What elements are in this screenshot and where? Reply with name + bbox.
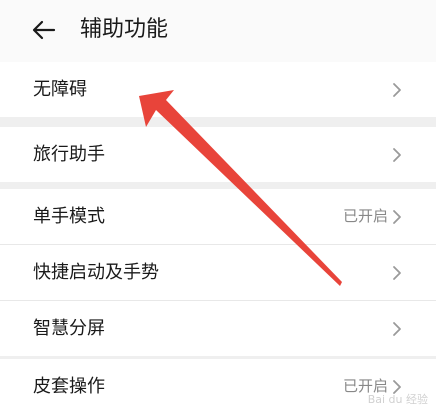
chevron-right-icon [393, 148, 401, 162]
app-header: 辅助功能 [0, 0, 436, 62]
settings-item-smart-split-screen[interactable]: 智慧分屏 [0, 301, 436, 356]
chevron-right-icon [393, 322, 401, 336]
settings-item-label: 智慧分屏 [33, 318, 105, 339]
settings-item-travel-assistant[interactable]: 旅行助手 [0, 127, 436, 182]
settings-item-label: 快捷启动及手势 [33, 262, 159, 283]
back-button[interactable] [28, 14, 60, 46]
settings-item-label: 旅行助手 [33, 144, 105, 165]
chevron-right-icon [393, 266, 401, 280]
chevron-right-icon [393, 83, 401, 97]
settings-item-status: 已开启 [342, 207, 388, 225]
settings-item-label: 皮套操作 [33, 376, 105, 397]
settings-group-accessibility: 无障碍 [0, 62, 436, 117]
settings-item-accessibility[interactable]: 无障碍 [0, 62, 436, 117]
watermark: Bai du 经验 [367, 393, 428, 406]
settings-item-label: 无障碍 [33, 79, 87, 100]
settings-group-travel: 旅行助手 [0, 127, 436, 182]
settings-item-one-hand-mode[interactable]: 单手模式 已开启 [0, 189, 436, 245]
arrow-left-icon [32, 20, 56, 40]
page-title: 辅助功能 [80, 17, 169, 42]
settings-group-gestures: 单手模式 已开启 快捷启动及手势 智慧分屏 [0, 189, 436, 356]
settings-item-label: 单手模式 [33, 206, 105, 227]
settings-item-quick-launch-gestures[interactable]: 快捷启动及手势 [0, 245, 436, 301]
chevron-right-icon [393, 210, 401, 224]
